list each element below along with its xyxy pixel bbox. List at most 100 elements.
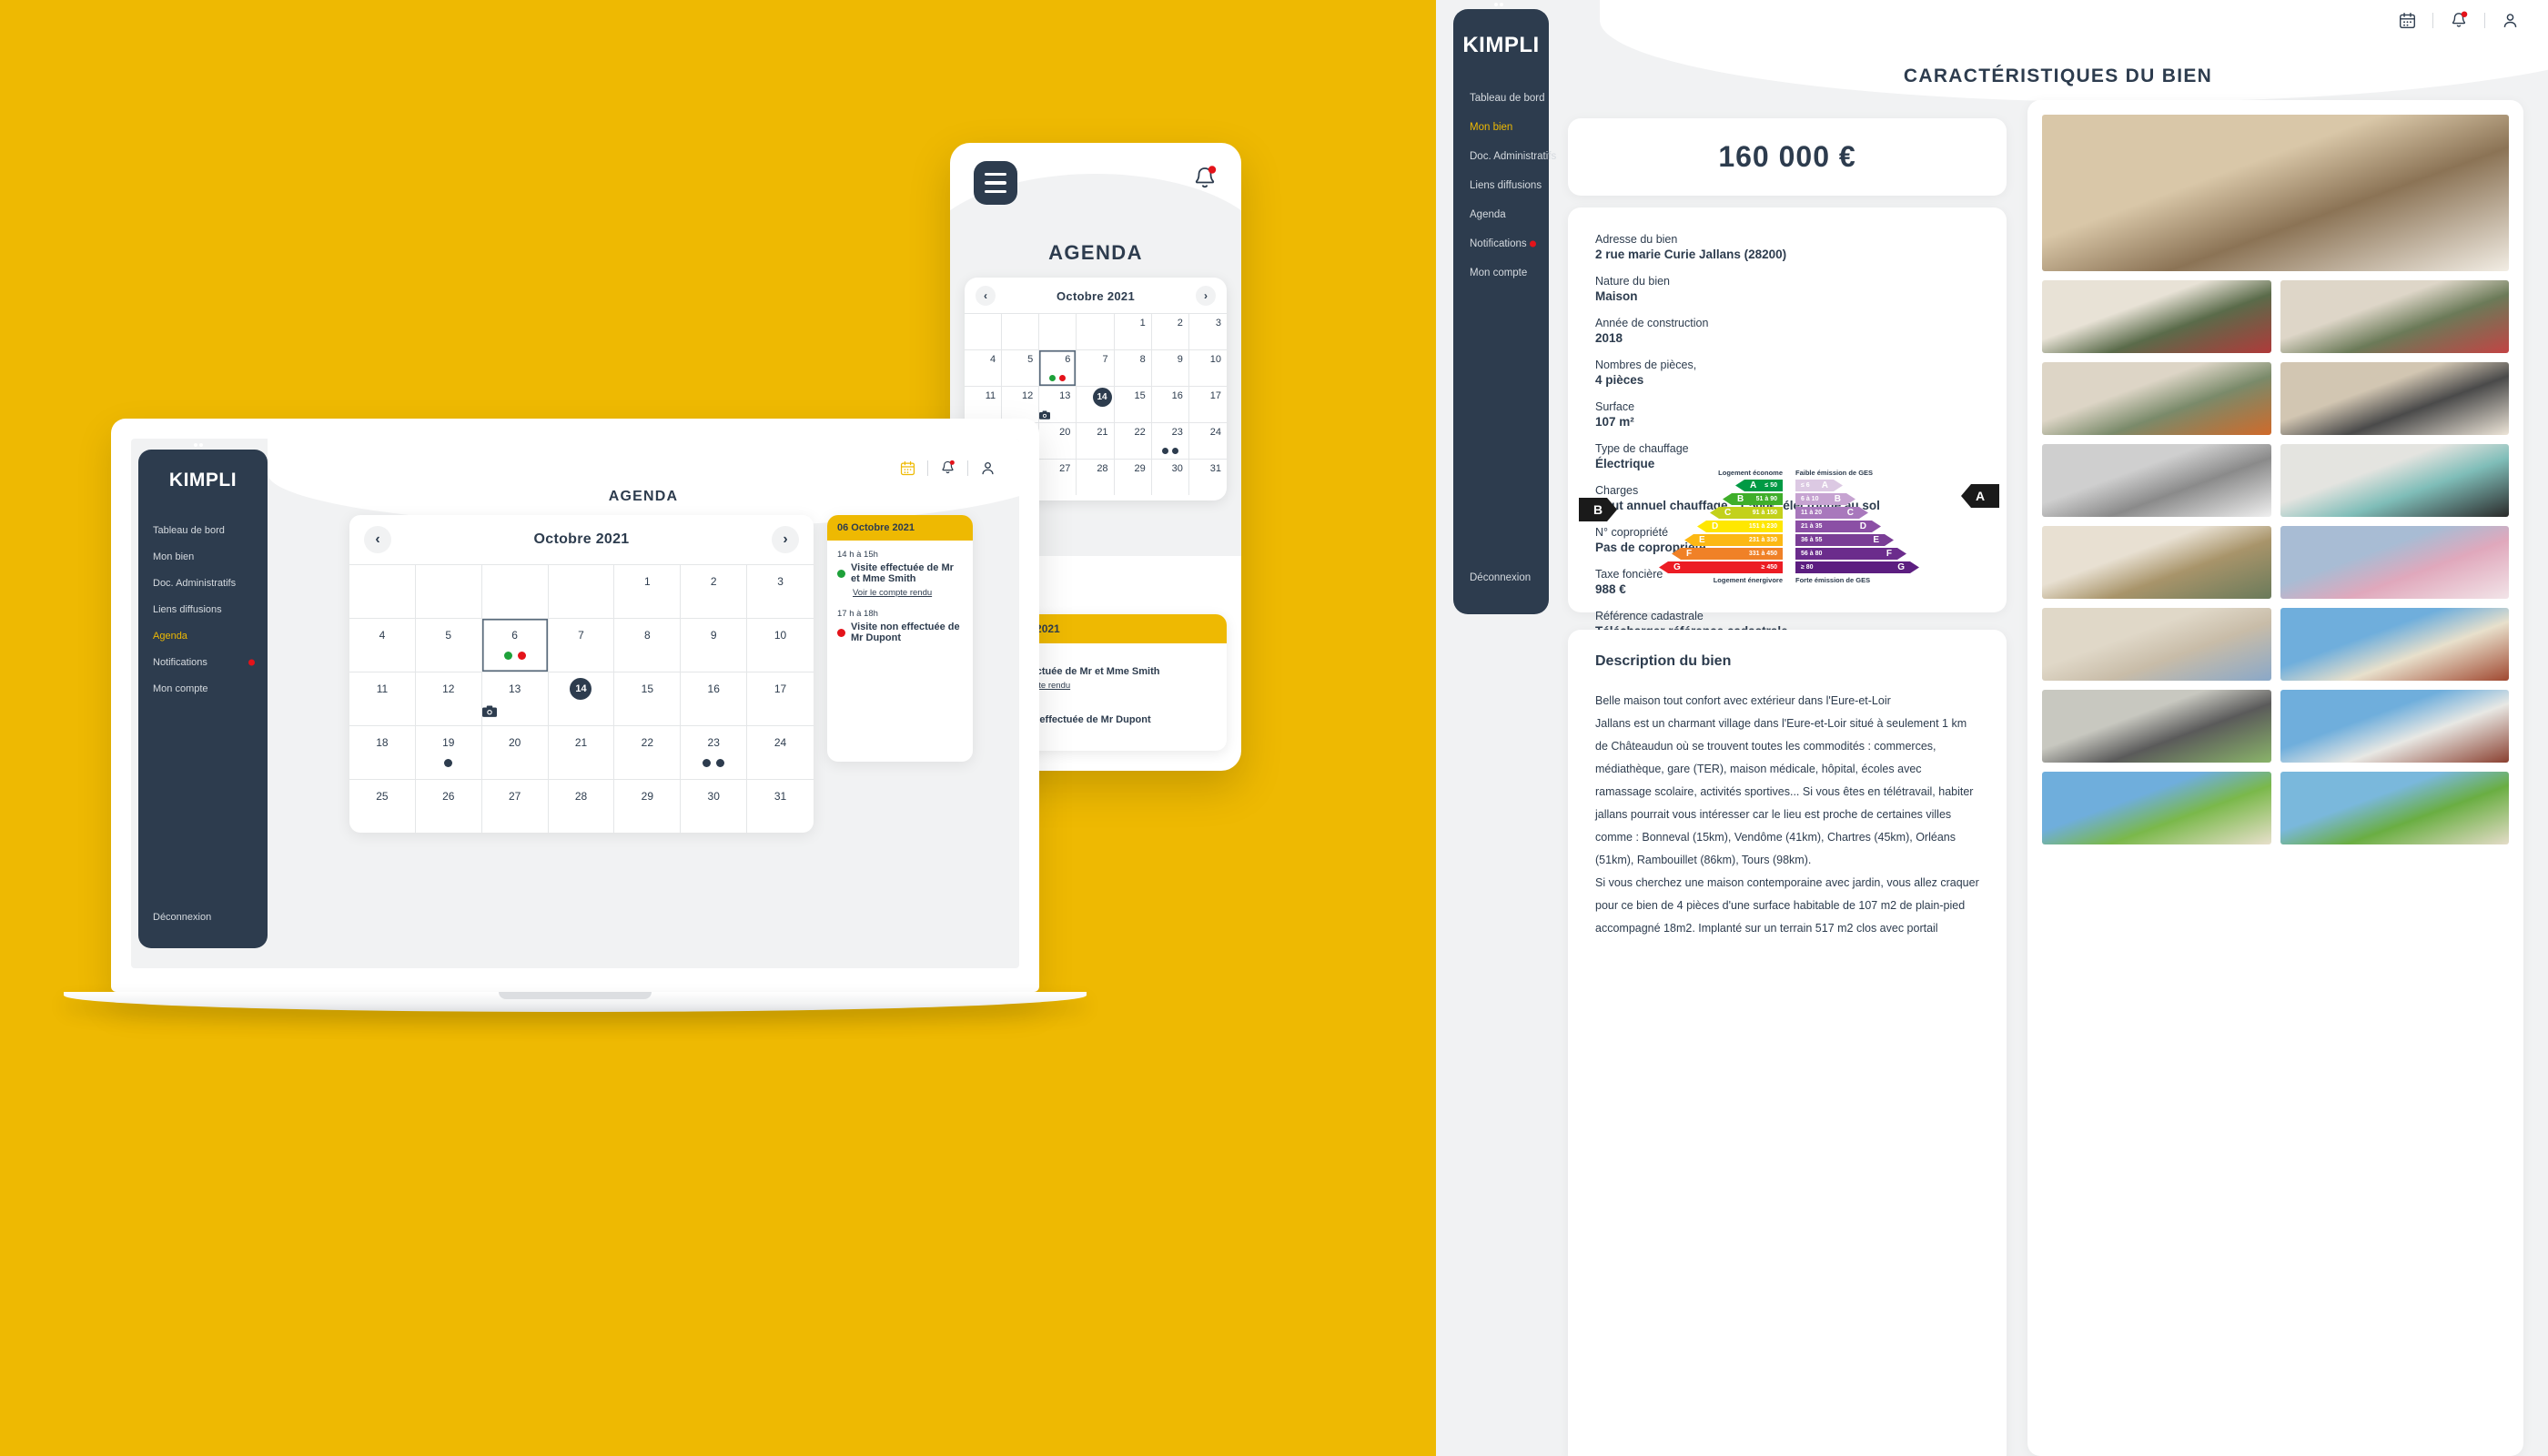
calendar-day-4[interactable]: 4 bbox=[349, 618, 416, 672]
calendar-day-5[interactable]: 5 bbox=[1002, 349, 1040, 386]
sidebar-item-liens-diffusions[interactable]: Liens diffusions bbox=[1453, 171, 1549, 200]
calendar-day-14[interactable]: 14 bbox=[548, 672, 615, 725]
sidebar-item-doc-administratifs[interactable]: Doc. Administratifs bbox=[138, 570, 268, 596]
laptop-calendar-grid[interactable]: 1 2 3 4 5 6 7 8 9 10 11 12 13 14 15 16 17 18 19 20 21 22 23 24 2… bbox=[349, 564, 814, 833]
sidebar-item-mon-bien[interactable]: Mon bien bbox=[1453, 113, 1549, 142]
calendar-day-5[interactable]: 5 bbox=[415, 618, 482, 672]
sidebar-item-mon-bien[interactable]: Mon bien bbox=[138, 543, 268, 570]
gallery-thumb-couloir-entree[interactable] bbox=[2042, 608, 2271, 681]
calendar-day-30[interactable]: 30 bbox=[681, 779, 748, 833]
laptop-sidebar[interactable]: KIMPLI Tableau de bord Mon bien Doc. Admin… bbox=[138, 443, 268, 948]
avatar-icon[interactable] bbox=[2502, 12, 2519, 29]
calendar-day-23[interactable]: 23 bbox=[681, 725, 748, 779]
calendar-day-1[interactable]: 1 bbox=[614, 564, 682, 618]
sidebar-item-tableau-de-bord[interactable]: Tableau de bord bbox=[1453, 84, 1549, 113]
calendar-day-21[interactable]: 21 bbox=[548, 725, 615, 779]
gallery-thumb-salon-tv[interactable] bbox=[2042, 362, 2271, 435]
gallery-thumb-terrasse-couverte[interactable] bbox=[2042, 690, 2271, 763]
calendar-day-28[interactable]: 28 bbox=[1077, 459, 1115, 495]
calendar-day-18[interactable]: 18 bbox=[349, 725, 416, 779]
gallery-thumb-chambre-turquoise[interactable] bbox=[2280, 444, 2509, 517]
calendar-day-6[interactable]: 6 bbox=[481, 618, 549, 672]
calendar-day-24[interactable]: 24 bbox=[747, 725, 814, 779]
sidebar-item-mon-compte[interactable]: Mon compte bbox=[138, 675, 268, 702]
calendar-day-11[interactable]: 11 bbox=[349, 672, 416, 725]
calendar-day-25[interactable]: 25 bbox=[349, 779, 416, 833]
calendar-day-8[interactable]: 8 bbox=[1114, 349, 1152, 386]
laptop-calendar[interactable]: ‹ Octobre 2021 › 1 2 3 4 5 6 7 8 9 10 11 12 13 14 15 16… bbox=[349, 515, 814, 833]
calendar-day-7[interactable]: 7 bbox=[1077, 349, 1115, 386]
view-report-link[interactable]: Voir le compte rendu bbox=[853, 588, 963, 598]
sidebar-item-liens-diffusions[interactable]: Liens diffusions bbox=[138, 596, 268, 622]
calendar-day-31[interactable]: 31 bbox=[747, 779, 814, 833]
app-nav-list[interactable]: Tableau de bord Mon bien Doc. Administrati… bbox=[1453, 84, 1556, 288]
calendar-day-14[interactable]: 14 bbox=[1077, 386, 1115, 422]
calendar-day-9[interactable]: 9 bbox=[681, 618, 748, 672]
sidebar-item-doc-administratifs[interactable]: Doc. Administratifs bbox=[1453, 142, 1556, 171]
laptop-nav-list[interactable]: Tableau de bord Mon bien Doc. Administrati… bbox=[138, 517, 268, 702]
calendar-day-27[interactable]: 27 bbox=[481, 779, 549, 833]
gallery-thumb-salle-de-bain[interactable] bbox=[2042, 444, 2271, 517]
laptop-header-icons[interactable] bbox=[900, 460, 996, 476]
calendar-day-4[interactable]: 4 bbox=[965, 349, 1003, 386]
calendar-icon[interactable] bbox=[900, 460, 915, 476]
calendar-day-15[interactable]: 15 bbox=[614, 672, 682, 725]
app-sidebar[interactable]: KIMPLI Tableau de bord Mon bien Doc. Admin… bbox=[1453, 3, 1556, 614]
calendar-day-6[interactable]: 6 bbox=[1039, 349, 1077, 386]
gallery-thumb-jardin-veranda[interactable] bbox=[2042, 772, 2271, 844]
calendar-day-12[interactable]: 12 bbox=[1002, 386, 1040, 422]
notification-bell-icon[interactable] bbox=[2450, 11, 2468, 30]
gallery-thumb-salon-canape-vert[interactable] bbox=[2042, 280, 2271, 353]
calendar-day-10[interactable]: 10 bbox=[747, 618, 814, 672]
calendar-day-28[interactable]: 28 bbox=[548, 779, 615, 833]
sidebar-item-mon-compte[interactable]: Mon compte bbox=[1453, 258, 1549, 288]
avatar-icon[interactable] bbox=[980, 460, 996, 476]
calendar-day-29[interactable]: 29 bbox=[614, 779, 682, 833]
calendar-day-8[interactable]: 8 bbox=[614, 618, 682, 672]
calendar-day-26[interactable]: 26 bbox=[415, 779, 482, 833]
calendar-day-12[interactable]: 12 bbox=[415, 672, 482, 725]
gallery-thumb-portail-rue[interactable] bbox=[2280, 690, 2509, 763]
gallery-thumb-chambre-rose[interactable] bbox=[2280, 526, 2509, 599]
sidebar-item-notifications[interactable]: Notifications bbox=[138, 649, 268, 675]
calendar-day-15[interactable]: 15 bbox=[1114, 386, 1152, 422]
calendar-day-30[interactable]: 30 bbox=[1151, 459, 1189, 495]
calendar-day-13[interactable]: 13 bbox=[1039, 386, 1077, 422]
calendar-icon[interactable] bbox=[2399, 12, 2416, 29]
calendar-day-19[interactable]: 19 bbox=[415, 725, 482, 779]
calendar-day-24[interactable]: 24 bbox=[1188, 422, 1227, 459]
photo-gallery[interactable] bbox=[2027, 100, 2523, 1456]
menu-icon[interactable] bbox=[974, 161, 1017, 205]
prev-month-button[interactable]: ‹ bbox=[976, 286, 996, 306]
sidebar-item-tableau-de-bord[interactable]: Tableau de bord bbox=[138, 517, 268, 543]
calendar-day-21[interactable]: 21 bbox=[1077, 422, 1115, 459]
calendar-day-29[interactable]: 29 bbox=[1114, 459, 1152, 495]
calendar-day-22[interactable]: 22 bbox=[614, 725, 682, 779]
calendar-day-17[interactable]: 17 bbox=[1188, 386, 1227, 422]
calendar-day-3[interactable]: 3 bbox=[1188, 313, 1227, 349]
gallery-thumb-bureau-chambre[interactable] bbox=[2042, 526, 2271, 599]
calendar-day-27[interactable]: 27 bbox=[1039, 459, 1077, 495]
sidebar-item-notifications[interactable]: Notifications bbox=[1453, 229, 1549, 258]
calendar-day-2[interactable]: 2 bbox=[681, 564, 748, 618]
gallery-hero-photo[interactable] bbox=[2042, 115, 2509, 271]
calendar-day-7[interactable]: 7 bbox=[548, 618, 615, 672]
calendar-day-13[interactable]: 13 bbox=[481, 672, 549, 725]
calendar-day-10[interactable]: 10 bbox=[1188, 349, 1227, 386]
calendar-day-17[interactable]: 17 bbox=[747, 672, 814, 725]
app-header-icons[interactable] bbox=[2399, 11, 2519, 30]
calendar-day-9[interactable]: 9 bbox=[1151, 349, 1189, 386]
gallery-thumb-jardin-arriere[interactable] bbox=[2280, 772, 2509, 844]
calendar-day-20[interactable]: 20 bbox=[481, 725, 549, 779]
gallery-thumb-salon-vue-2[interactable] bbox=[2280, 280, 2509, 353]
laptop-logout-button[interactable]: Déconnexion bbox=[138, 905, 268, 930]
notification-bell-icon[interactable] bbox=[940, 460, 956, 476]
sidebar-item-agenda[interactable]: Agenda bbox=[1453, 200, 1549, 229]
calendar-day-2[interactable]: 2 bbox=[1151, 313, 1189, 349]
calendar-day-11[interactable]: 11 bbox=[965, 386, 1003, 422]
calendar-day-3[interactable]: 3 bbox=[747, 564, 814, 618]
gallery-thumb-facade-entree[interactable] bbox=[2280, 608, 2509, 681]
next-month-button[interactable]: › bbox=[771, 526, 799, 553]
notification-bell-icon[interactable] bbox=[1192, 165, 1218, 192]
app-logout-button[interactable]: Déconnexion bbox=[1453, 563, 1549, 592]
